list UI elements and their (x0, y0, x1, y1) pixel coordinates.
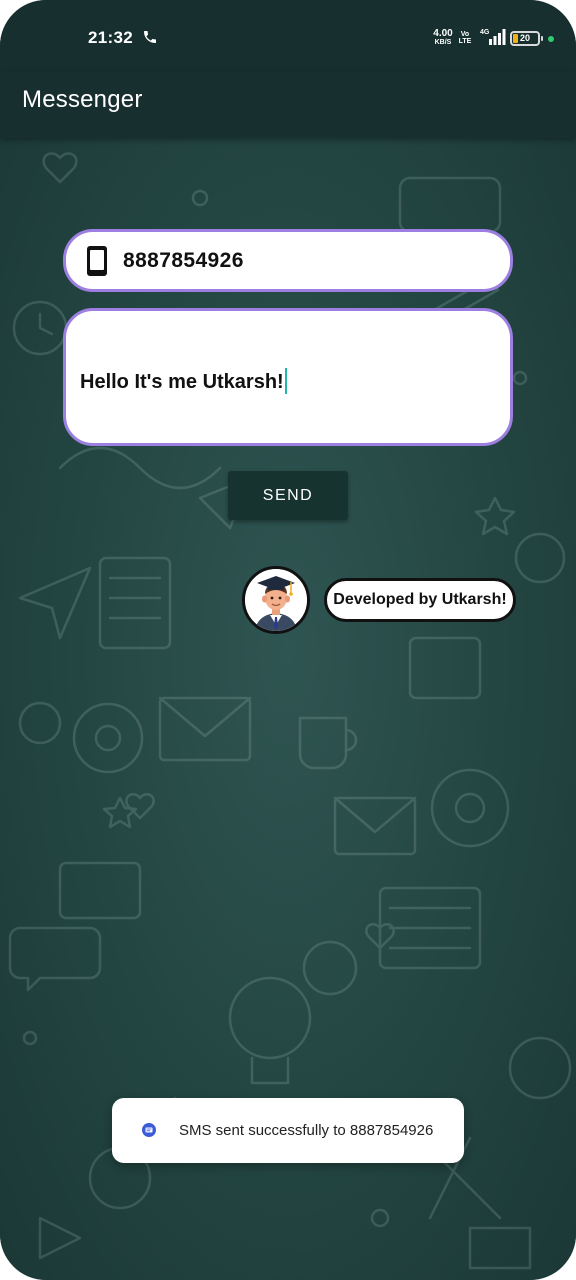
developer-credit: Developed by Utkarsh! (324, 578, 516, 622)
battery-icon: 20 (510, 31, 543, 46)
volte-indicator: Vo LTE (458, 31, 472, 45)
network-speed-value: 4.00 (433, 28, 453, 39)
app-bar: Messenger (0, 72, 576, 138)
network-speed-unit: KB/S (434, 39, 452, 46)
messages-app-icon (142, 1123, 156, 1137)
smartphone-icon (87, 246, 107, 276)
volte-bottom: LTE (458, 38, 472, 45)
phone-number-input[interactable]: 8887854926 (63, 229, 513, 292)
network-speed: 4.00 KB/S (426, 28, 460, 47)
message-value-wrapper: Hello It's me Utkarsh! (80, 368, 287, 394)
notification-dot (548, 36, 554, 42)
volte-top: Vo (460, 31, 470, 38)
status-time: 21:32 (88, 28, 133, 47)
message-value: Hello It's me Utkarsh! (80, 371, 284, 393)
app-title: Messenger (22, 86, 143, 113)
message-input[interactable]: Hello It's me Utkarsh! (63, 308, 513, 446)
graduate-avatar-icon (245, 569, 307, 631)
toast-message: SMS sent successfully to 8887854926 (179, 1122, 434, 1139)
sms-sent-toast: SMS sent successfully to 8887854926 (112, 1098, 464, 1163)
phone-number-value: 8887854926 (123, 249, 244, 272)
text-caret (284, 368, 287, 394)
battery-level: 20 (519, 33, 530, 43)
phone-call-icon (144, 31, 156, 43)
signal-bars-icon: 4G (480, 29, 506, 45)
phone-screen: 21:32 4.00 KB/S Vo LTE 4G 20 Messenger 8… (0, 0, 576, 1280)
developer-avatar (242, 566, 310, 634)
network-type: 4G (480, 29, 490, 36)
status-bar: 21:32 4.00 KB/S Vo LTE 4G 20 (0, 0, 576, 72)
send-button[interactable]: SEND (228, 471, 348, 520)
